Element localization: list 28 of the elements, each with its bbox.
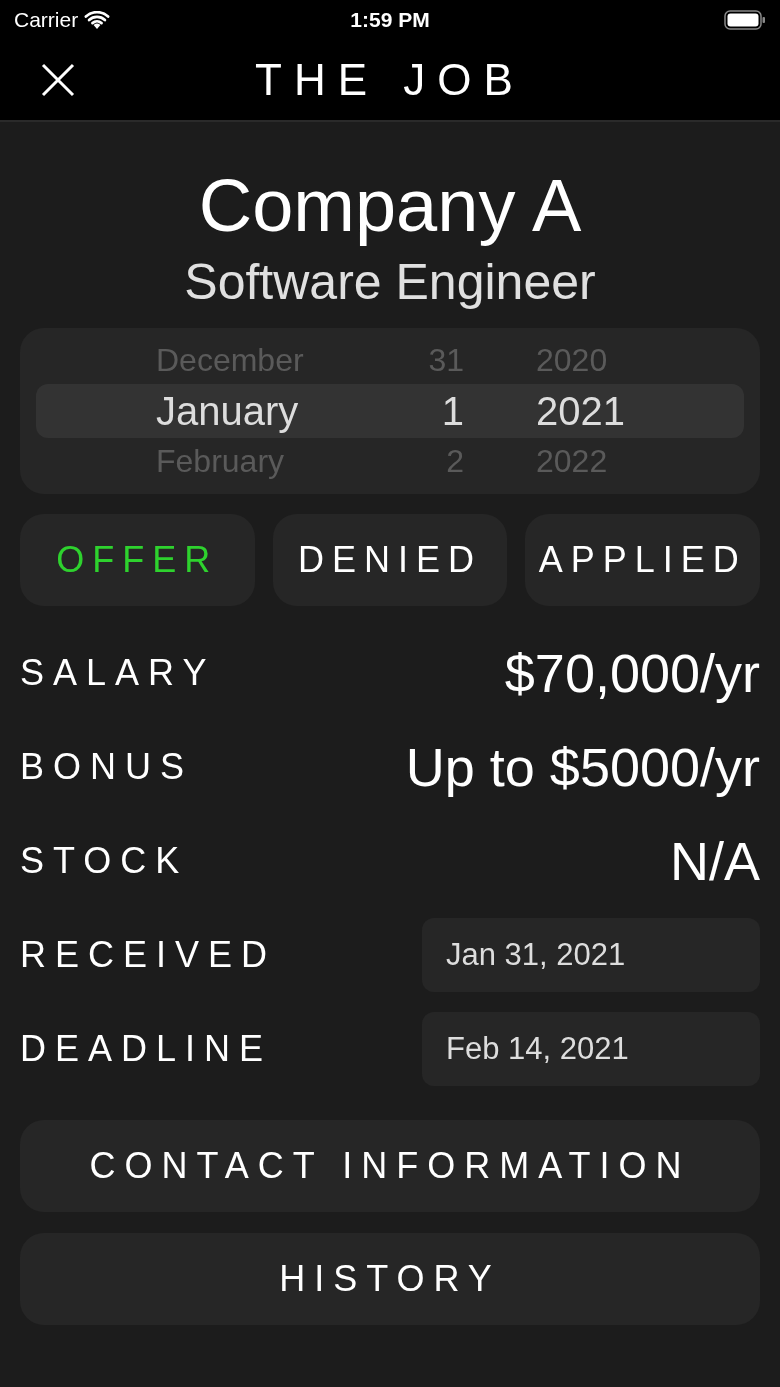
battery-icon — [724, 10, 766, 30]
action-button[interactable]: CONTACT INFORMATION — [20, 1120, 760, 1212]
action-button[interactable]: HISTORY — [20, 1233, 760, 1325]
picker-selection[interactable]: January 1 2021 — [36, 383, 744, 439]
company-name: Company A — [197, 164, 583, 248]
close-button[interactable] — [40, 62, 76, 98]
date-field[interactable]: Jan 31, 2021 — [422, 918, 760, 992]
status-button[interactable]: OFFER — [20, 514, 255, 606]
status-button[interactable]: APPLIED — [525, 514, 760, 606]
field-value: Up to $5000/yr — [405, 736, 760, 798]
clock-time: 1:59 PM — [349, 8, 431, 32]
field-label: DEADLINE — [20, 1028, 273, 1070]
picker-year[interactable]: 2021 — [476, 388, 744, 434]
field-label: SALARY — [20, 652, 216, 694]
job-title: Software Engineer — [183, 253, 597, 312]
date-field[interactable]: Feb 14, 2021 — [422, 1012, 760, 1086]
close-icon — [40, 62, 76, 98]
screen-title: THE JOB — [254, 55, 526, 105]
field-value: $70,000/yr — [504, 642, 760, 704]
field-value: N/A — [669, 830, 760, 892]
field-label: RECEIVED — [20, 934, 277, 976]
field-label: STOCK — [20, 840, 189, 882]
picker-month[interactable]: January — [36, 388, 299, 434]
picker-day[interactable]: 1 — [441, 388, 476, 434]
carrier-name: Carrier — [14, 8, 79, 32]
wifi-icon — [84, 10, 111, 30]
status-button[interactable]: DENIED — [272, 514, 508, 606]
field-label: BONUS — [20, 746, 194, 788]
